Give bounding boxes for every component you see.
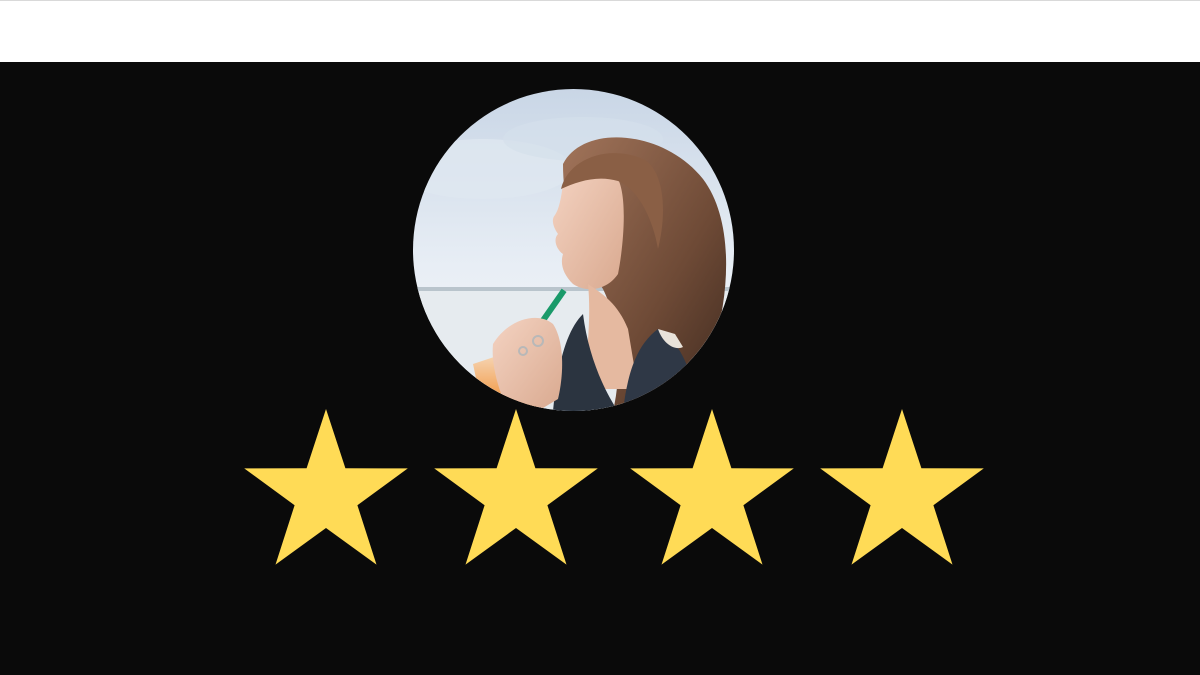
star-rating <box>244 409 984 565</box>
top-white-strip <box>0 0 1200 62</box>
star-icon <box>434 409 598 565</box>
avatar <box>413 89 734 411</box>
star-row <box>244 409 984 565</box>
star-icon <box>630 409 794 565</box>
star-icon <box>820 409 984 565</box>
star-icon <box>244 409 408 565</box>
avatar-photo <box>413 89 734 411</box>
review-card <box>0 62 1200 675</box>
